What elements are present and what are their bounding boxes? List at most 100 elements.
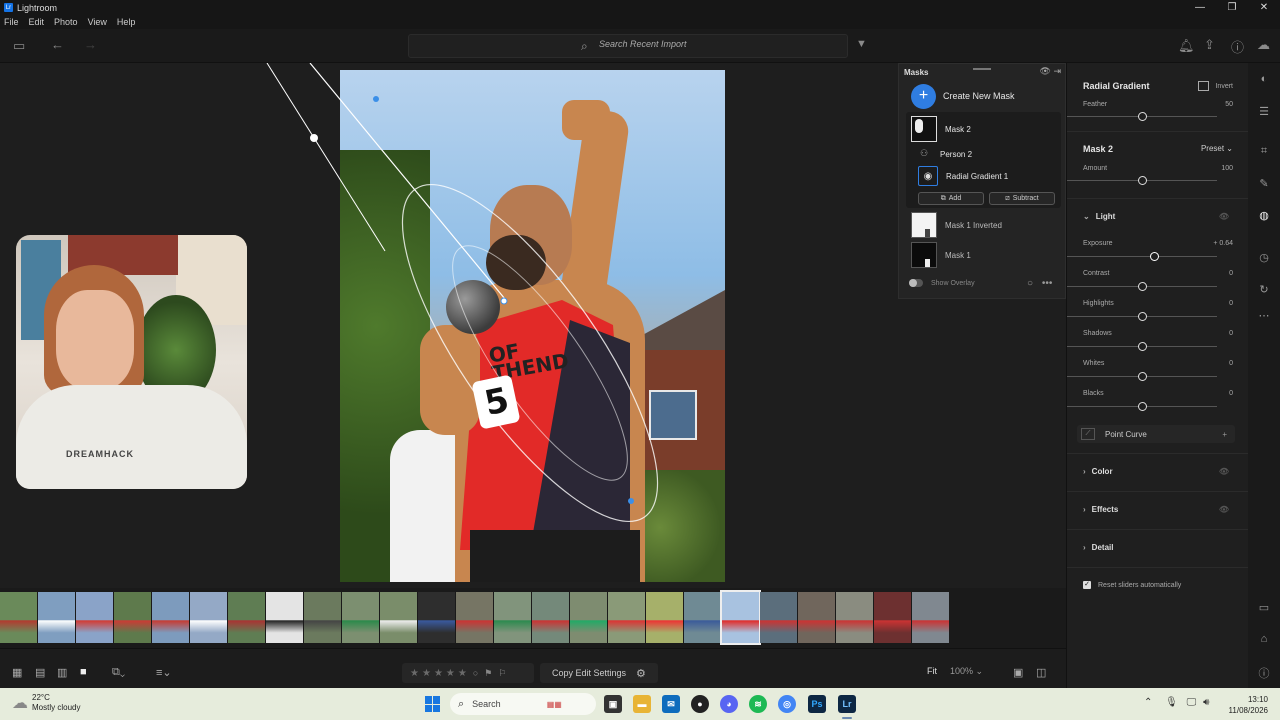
preset-dropdown[interactable]: Preset ⌄	[1201, 144, 1233, 153]
filmstrip-thumb[interactable]	[76, 592, 113, 643]
flag-pick-icon[interactable]: ⚑	[484, 668, 492, 679]
filmstrip-thumb[interactable]	[228, 592, 265, 643]
filmstrip-thumb[interactable]	[456, 592, 493, 643]
filmstrip-thumb[interactable]	[570, 592, 607, 643]
amount-slider[interactable]	[1067, 176, 1217, 186]
taskbar-search[interactable]: ⌕ Search ▦▦	[450, 693, 596, 715]
remix-icon[interactable]: ↻	[1257, 283, 1271, 297]
filmstrip-thumb[interactable]	[684, 592, 721, 643]
overlay-color-icon[interactable]: ○	[1027, 278, 1033, 289]
mask-1-inverted-row[interactable]: Mask 1 Inverted	[911, 212, 1002, 238]
forward-arrow-icon[interactable]: →	[84, 37, 97, 52]
filmstrip-thumb[interactable]	[114, 592, 151, 643]
star-3-icon[interactable]: ★	[434, 668, 443, 679]
filmstrip-thumb[interactable]	[836, 592, 873, 643]
microphone-icon[interactable]: 🎙︎	[1165, 697, 1178, 708]
obs-icon[interactable]: ●	[691, 695, 709, 713]
light-section-header[interactable]: ⌄ Light 👁︎	[1083, 212, 1233, 221]
shadows-slider[interactable]	[1067, 342, 1217, 352]
sort-icon[interactable]: ≡⌄	[156, 666, 172, 679]
volume-icon[interactable]: 🔊︎	[1203, 697, 1209, 708]
bell-icon[interactable]: 🔔︎	[1178, 38, 1195, 54]
filmstrip-thumb[interactable]	[304, 592, 341, 643]
zoom-dropdown[interactable]: 100% ⌄	[950, 666, 983, 677]
filmstrip-thumb[interactable]	[380, 592, 417, 643]
star-4-icon[interactable]: ★	[446, 668, 455, 679]
tag-icon[interactable]: ⌂	[1257, 633, 1271, 647]
star-2-icon[interactable]: ★	[422, 668, 431, 679]
person-2-row[interactable]: ⚇ Person 2	[920, 148, 972, 160]
whites-slider[interactable]	[1067, 372, 1217, 382]
photoshop-icon[interactable]: Ps	[808, 695, 826, 713]
whites-slider-knob[interactable]	[1138, 372, 1147, 381]
edit-tool-icon[interactable]: ◐	[1257, 73, 1271, 87]
panel-drag-handle[interactable]	[973, 68, 991, 70]
lightroom-taskbar-icon[interactable]: Lr	[838, 695, 856, 713]
file-explorer-icon[interactable]: ▬	[633, 695, 651, 713]
star-5-icon[interactable]: ★	[458, 668, 467, 679]
menu-edit[interactable]: Edit	[29, 17, 45, 27]
blacks-slider-knob[interactable]	[1138, 402, 1147, 411]
eye-icon[interactable]: 👁︎	[1219, 467, 1229, 476]
filmstrip-thumb[interactable]	[874, 592, 911, 643]
fit-button[interactable]: Fit	[927, 666, 937, 676]
task-view-icon[interactable]: ▣	[604, 695, 622, 713]
exposure-slider[interactable]	[1067, 252, 1217, 262]
create-new-mask-button[interactable]: + Create New Mask	[911, 83, 1061, 109]
add-button[interactable]: ⧉ Add	[918, 192, 984, 205]
flag-reject-icon[interactable]: ⚐	[498, 668, 506, 679]
versions-icon[interactable]: ◷	[1257, 251, 1271, 265]
blacks-slider[interactable]	[1067, 402, 1217, 412]
main-photo[interactable]: OF THEND 5	[340, 70, 725, 582]
help-icon[interactable]: ⓘ	[1231, 37, 1244, 56]
radial-gradient-1-row[interactable]: ◉ Radial Gradient 1	[918, 166, 1008, 186]
filmstrip-thumb[interactable]	[494, 592, 531, 643]
more-tools-icon[interactable]: ⋯	[1257, 309, 1271, 323]
unflag-icon[interactable]: ○	[473, 668, 478, 678]
detail-view-icon[interactable]: ■	[80, 666, 87, 678]
before-after-icon[interactable]: ▣	[1013, 666, 1023, 679]
comment-icon[interactable]: ▭	[1257, 601, 1271, 615]
gradient-handle[interactable]	[310, 134, 318, 142]
panel-toggle-icon[interactable]: ▭	[13, 38, 25, 54]
split-view-icon[interactable]: ◫	[1036, 666, 1046, 679]
crop-icon[interactable]: ⌗	[1257, 145, 1271, 159]
reset-sliders-option[interactable]: ✓ Reset sliders automatically	[1083, 581, 1181, 589]
menu-help[interactable]: Help	[117, 17, 136, 27]
copy-edit-settings-button[interactable]: Copy Edit Settings ⚙	[540, 663, 658, 683]
filmstrip-thumb[interactable]	[532, 592, 569, 643]
menu-view[interactable]: View	[88, 17, 107, 27]
discord-icon[interactable]: ◕	[720, 695, 738, 713]
minimize-button[interactable]: —	[1184, 0, 1216, 15]
close-button[interactable]: ✕	[1248, 0, 1280, 15]
square-grid-icon[interactable]: ▤	[35, 666, 45, 679]
highlights-slider[interactable]	[1067, 312, 1217, 322]
star-1-icon[interactable]: ★	[410, 668, 419, 679]
back-arrow-icon[interactable]: ←	[51, 37, 64, 52]
filmstrip-thumb[interactable]	[418, 592, 455, 643]
search-input[interactable]	[599, 39, 799, 49]
filmstrip-thumb[interactable]	[152, 592, 189, 643]
menu-photo[interactable]: Photo	[54, 17, 78, 27]
point-curve-row[interactable]: ⟋ Point Curve +	[1077, 425, 1235, 443]
shadows-slider-knob[interactable]	[1138, 342, 1147, 351]
filmstrip-thumb[interactable]	[646, 592, 683, 643]
amount-slider-knob[interactable]	[1138, 176, 1147, 185]
eye-icon[interactable]: 👁︎	[1219, 505, 1229, 514]
compare-view-icon[interactable]: ▥	[57, 666, 67, 679]
feather-slider-knob[interactable]	[1138, 112, 1147, 121]
info-icon[interactable]: ⓘ	[1257, 665, 1271, 680]
chrome-icon[interactable]: ◎	[778, 695, 796, 713]
filmstrip-thumb[interactable]	[342, 592, 379, 643]
filmstrip-thumb[interactable]	[38, 592, 75, 643]
exposure-slider-knob[interactable]	[1150, 252, 1159, 261]
filmstrip-thumb[interactable]	[266, 592, 303, 643]
filmstrip-thumb[interactable]	[798, 592, 835, 643]
collapse-arrow-icon[interactable]: ⇥	[1053, 66, 1061, 76]
weather-widget[interactable]: ☁ 22°C Mostly cloudy	[12, 693, 80, 713]
contrast-slider-knob[interactable]	[1138, 282, 1147, 291]
heal-icon[interactable]: ✎	[1257, 177, 1271, 191]
masking-icon[interactable]: ◍	[1257, 209, 1271, 223]
menu-file[interactable]: File	[4, 17, 19, 27]
more-options-icon[interactable]: •••	[1042, 278, 1053, 289]
